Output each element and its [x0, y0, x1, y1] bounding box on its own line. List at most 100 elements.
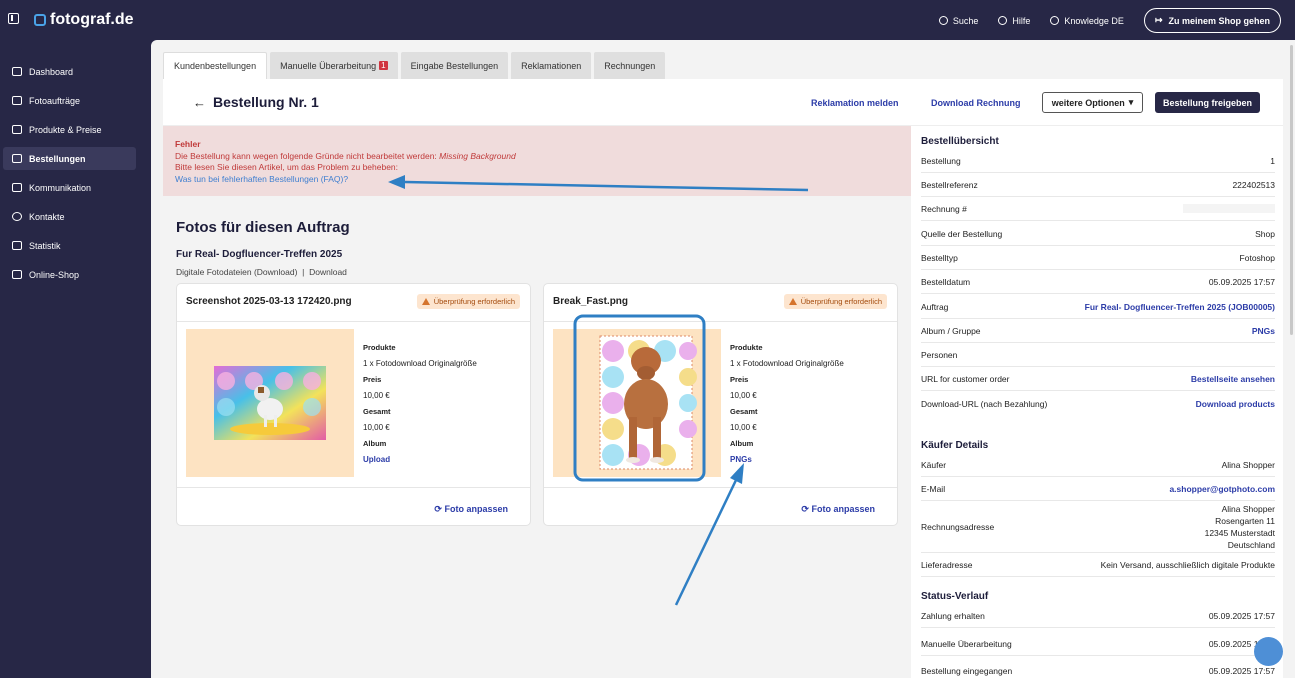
tab-invoices[interactable]: Rechnungen	[594, 52, 666, 79]
error-reason: Missing Background	[439, 150, 516, 161]
more-options-dropdown[interactable]: weitere Optionen ▾	[1042, 92, 1143, 113]
download-invoice-link[interactable]: Download Rechnung	[931, 98, 1021, 108]
sidebar-item-communication[interactable]: Kommunikation	[3, 176, 136, 199]
error-banner: Fehler Die Bestellung kann wegen folgend…	[163, 126, 911, 196]
billing-address: Alina Shopper Rosengarten 11 12345 Musters…	[1204, 503, 1275, 550]
content-area: Fehler Die Bestellung kann wegen folgend…	[163, 126, 911, 678]
summary-row: Quelle der Bestellung Shop	[921, 222, 1275, 246]
cart-icon	[12, 125, 22, 134]
report-complaint-link[interactable]: Reklamation melden	[811, 98, 899, 108]
overview-heading: Bestellübersicht	[921, 136, 999, 147]
summary-row: URL for customer order Bestellseite anseh…	[921, 367, 1275, 391]
search-button[interactable]: Suche	[938, 16, 978, 26]
sidebar: Dashboard Fotoaufträge Produkte & Preise…	[0, 40, 151, 678]
sidebar-item-photo-jobs[interactable]: Fotoaufträge	[3, 89, 136, 112]
buyer-heading: Käufer Details	[921, 440, 989, 451]
summary-row: Bestelldatum 05.09.2025 17:57	[921, 270, 1275, 294]
count-badge: 1	[379, 61, 388, 70]
adjust-photo-button[interactable]: ⟳ Foto anpassen	[801, 504, 875, 515]
buyer-row: Käufer Alina Shopper	[921, 453, 1275, 477]
logo-mark-icon	[34, 14, 46, 26]
order-page-link[interactable]: Bestellseite ansehen	[1191, 374, 1275, 384]
chat-bubble-icon[interactable]	[1254, 637, 1283, 666]
tab-complaints[interactable]: Reklamationen	[511, 52, 592, 79]
photo-thumbnail[interactable]	[186, 329, 354, 477]
photo-filename: Break_Fast.png	[553, 296, 629, 307]
email-link[interactable]: a.shopper@gotphoto.com	[1169, 484, 1275, 494]
summary-row: Download-URL (nach Bezahlung) Download pr…	[921, 399, 1275, 409]
buyer-row: Rechnungsadresse Alina Shopper Rosengarte…	[921, 501, 1275, 553]
chart-icon	[12, 241, 22, 250]
help-button[interactable]: Hilfe	[998, 16, 1030, 26]
sidebar-item-products[interactable]: Produkte & Preise	[3, 118, 136, 141]
back-arrow-icon[interactable]: ←	[193, 95, 206, 110]
album-link[interactable]: PNGs	[1252, 326, 1275, 336]
summary-row: Bestelltyp Fotoshop	[921, 246, 1275, 270]
job-name: Fur Real- Dogfluencer-Treffen 2025	[176, 249, 343, 260]
order-summary: Bestellübersicht Bestellung 1 Bestellrefe…	[921, 126, 1283, 678]
tab-bar: Kundenbestellungen Manuelle Überarbeitun…	[163, 52, 666, 79]
message-icon	[12, 183, 22, 192]
error-message: Die Bestellung kann wegen folgende Gründ…	[175, 150, 437, 161]
status-badge: Überprüfung erforderlich	[416, 294, 520, 309]
tab-order-input[interactable]: Eingabe Bestellungen	[400, 52, 509, 79]
tab-customer-orders[interactable]: Kundenbestellungen	[163, 52, 268, 79]
logo[interactable]: fotograf.de	[34, 11, 134, 29]
adjust-photo-button[interactable]: ⟳ Foto anpassen	[434, 504, 508, 515]
sidebar-item-online-shop[interactable]: Online-Shop	[3, 263, 136, 286]
image-icon	[12, 96, 22, 105]
product-line: 1 x Fotodownload Originalgröße	[363, 359, 477, 368]
faq-link[interactable]: Was tun bei fehlerhaften Bestellungen (F…	[175, 174, 899, 186]
refresh-icon: ⟳	[801, 504, 809, 514]
download-products-link[interactable]: Download products	[1196, 399, 1275, 409]
tab-manual-revision[interactable]: Manuelle Überarbeitung 1	[270, 52, 398, 79]
release-order-button[interactable]: Bestellung freigeben	[1155, 92, 1260, 113]
info-icon	[998, 16, 1008, 25]
price-value: 10,00 €	[363, 391, 390, 400]
top-bar: fotograf.de Suche Hilfe Knowledge DE ↦ Zu…	[0, 0, 1295, 40]
warning-icon	[788, 298, 797, 305]
search-icon	[938, 16, 948, 25]
album-link[interactable]: PNGs	[730, 455, 752, 464]
scrollbar-thumb[interactable]	[1290, 45, 1293, 335]
photo-thumbnail[interactable]	[553, 329, 721, 477]
status-badge: Überprüfung erforderlich	[783, 294, 887, 309]
main-area: Kundenbestellungen Manuelle Überarbeitun…	[151, 40, 1295, 678]
summary-row: Auftrag Fur Real- Dogfluencer-Treffen 202…	[921, 295, 1275, 319]
job-link[interactable]: Fur Real- Dogfluencer-Treffen 2025 (JOB0…	[1085, 302, 1275, 312]
error-instruction: Bitte lesen Sie diesen Artikel, um das P…	[175, 162, 399, 172]
page-title: Bestellung Nr. 1	[213, 94, 319, 110]
buyer-row: E-Mail a.shopper@gotphoto.com	[921, 477, 1275, 501]
error-title: Fehler	[175, 139, 201, 149]
sidebar-toggle-icon[interactable]	[8, 13, 19, 24]
photos-heading: Fotos für diesen Auftrag	[176, 219, 350, 236]
dog-photo-image	[214, 366, 326, 440]
user-icon	[12, 212, 22, 221]
status-heading: Status-Verlauf	[921, 591, 989, 602]
invoice-placeholder	[1183, 204, 1275, 213]
sidebar-item-contacts[interactable]: Kontakte	[3, 205, 136, 228]
summary-row: Rechnung #	[921, 197, 1275, 221]
sidebar-item-statistics[interactable]: Statistik	[3, 234, 136, 257]
summary-row: Bestellung 1	[921, 149, 1275, 173]
product-line: 1 x Fotodownload Originalgröße	[730, 359, 844, 368]
summary-row: Bestellreferenz 222402513	[921, 173, 1275, 197]
total-value: 10,00 €	[730, 423, 757, 432]
sidebar-item-orders[interactable]: Bestellungen	[3, 147, 136, 170]
price-value: 10,00 €	[730, 391, 757, 400]
shop-button[interactable]: ↦ Zu meinem Shop gehen	[1143, 8, 1281, 33]
delivery-type: Digitale Fotodateien (Download) | Downlo…	[176, 267, 347, 277]
order-header: ← Bestellung Nr. 1 Reklamation melden Do…	[163, 79, 1283, 126]
warning-icon	[421, 298, 430, 305]
album-link[interactable]: Upload	[363, 455, 390, 464]
photo-card: Screenshot 2025-03-13 172420.png Überprü…	[176, 283, 531, 526]
status-row: Bestellung eingegangen 05.09.2025 17:57	[921, 666, 1275, 676]
refresh-icon: ⟳	[434, 504, 442, 514]
dog-photo-image	[599, 335, 697, 470]
caret-down-icon: ▾	[1128, 97, 1134, 107]
total-value: 10,00 €	[363, 423, 390, 432]
home-icon	[12, 67, 22, 76]
summary-row: Personen	[921, 343, 1275, 367]
knowledge-button[interactable]: Knowledge DE	[1050, 16, 1124, 26]
sidebar-item-dashboard[interactable]: Dashboard	[3, 60, 136, 83]
